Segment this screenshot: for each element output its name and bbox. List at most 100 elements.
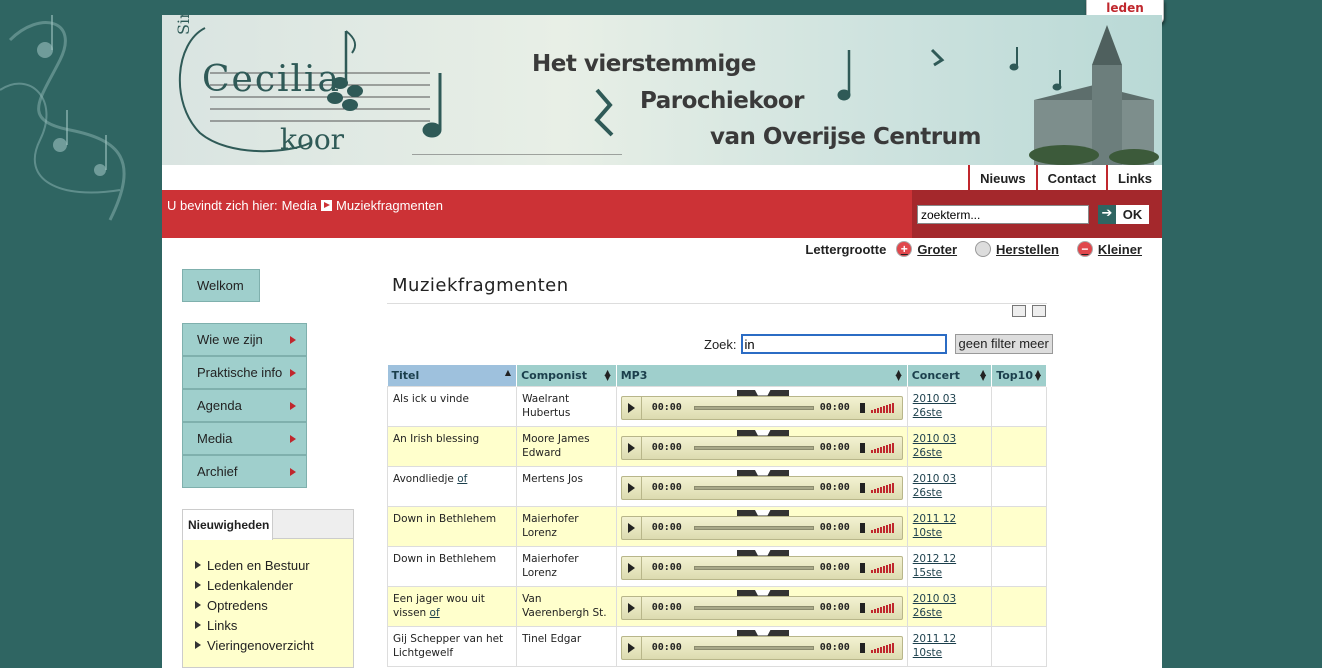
seek-slider[interactable]	[693, 445, 814, 450]
play-icon[interactable]	[622, 396, 642, 419]
cell-concert: 2012 12 15ste	[906, 545, 993, 587]
clear-filter-button[interactable]: geen filter meer	[954, 334, 1053, 354]
player-handle	[736, 629, 789, 636]
titel-text: Avondliedje	[393, 472, 454, 485]
news-item[interactable]: Links	[195, 615, 353, 635]
concert-link[interactable]: 2010 03 26ste	[913, 393, 956, 419]
volume-slider[interactable]	[870, 642, 894, 653]
page-title: Muziekfragmenten	[392, 275, 569, 296]
concert-link[interactable]: 2010 03 26ste	[913, 433, 956, 459]
title-link[interactable]: of	[457, 473, 467, 485]
speaker-icon[interactable]	[859, 442, 865, 453]
news-item[interactable]: Vieringenoverzicht	[195, 635, 353, 655]
column-titel[interactable]: Titel ▲	[387, 365, 518, 386]
column-label: Concert	[911, 368, 960, 382]
column-mp3[interactable]: MP3 ▲ ▼	[616, 365, 908, 386]
table-row: Avondliedje of Mertens Jos 00:00 00:00 2010 …	[386, 465, 1047, 507]
menu-archief[interactable]: Archief	[182, 455, 307, 488]
menu-agenda[interactable]: Agenda	[182, 389, 307, 422]
news-item[interactable]: Optredens	[195, 595, 353, 615]
news-item[interactable]: Leden en Bestuur	[195, 555, 353, 575]
play-icon[interactable]	[622, 556, 642, 579]
seek-slider[interactable]	[693, 485, 814, 490]
column-label: Titel	[391, 368, 420, 382]
elapsed-time: 00:00	[651, 401, 682, 413]
email-icon[interactable]	[1032, 305, 1046, 317]
column-top10[interactable]: Top10 ▲ ▼	[991, 365, 1047, 386]
top-navigation: Nieuws Contact Links	[968, 165, 1162, 190]
font-size-label: Lettergrootte	[805, 241, 887, 257]
column-label: Top10	[996, 368, 1033, 382]
reset-circle-icon	[975, 241, 992, 257]
total-time: 00:00	[819, 601, 850, 613]
breadcrumb-media-link[interactable]: Media	[282, 198, 317, 213]
print-icon[interactable]	[1012, 305, 1026, 317]
site-search-input[interactable]	[917, 205, 1089, 224]
news-box: Nieuwigheden Leden en Bestuur Ledenkalen…	[182, 509, 354, 668]
volume-slider[interactable]	[870, 522, 894, 533]
volume-slider[interactable]	[870, 602, 894, 613]
speaker-icon[interactable]	[859, 482, 865, 493]
audio-player: 00:00 00:00	[620, 469, 903, 500]
tab-nieuwigheden[interactable]: Nieuwigheden	[183, 510, 273, 540]
concert-link[interactable]: 2011 12 10ste	[913, 633, 956, 659]
audio-player: 00:00 00:00	[620, 429, 903, 460]
concert-link[interactable]: 2011 12 10ste	[913, 513, 956, 539]
banner-title-line3: van Overijse Centrum	[710, 124, 981, 150]
play-icon[interactable]	[622, 436, 642, 459]
concert-link[interactable]: 2010 03 26ste	[913, 593, 956, 619]
menu-praktische-info[interactable]: Praktische info	[182, 356, 307, 389]
background-music-swirl-decoration	[0, 15, 126, 221]
concert-link[interactable]: 2010 03 26ste	[913, 473, 956, 499]
menu-media[interactable]: Media	[182, 422, 307, 455]
seek-slider[interactable]	[693, 405, 814, 410]
zoek-input[interactable]	[740, 334, 947, 354]
column-componist[interactable]: Componist ▲ ▼	[516, 365, 617, 386]
news-item-label: Optredens	[207, 597, 268, 613]
news-item[interactable]: Ledenkalender	[195, 575, 353, 595]
font-bigger-link[interactable]: + Groter	[896, 241, 957, 257]
menu-wie-we-zijn[interactable]: Wie we zijn	[182, 323, 307, 356]
volume-slider[interactable]	[870, 482, 894, 493]
speaker-icon[interactable]	[859, 522, 865, 533]
nav-nieuws[interactable]: Nieuws	[968, 165, 1036, 190]
site-search-ok-button[interactable]: ➔ OK	[1098, 205, 1149, 224]
news-item-label: Vieringenoverzicht	[207, 637, 314, 653]
seek-slider[interactable]	[693, 525, 814, 530]
sort-icon: ▲ ▼	[980, 368, 987, 382]
seek-slider[interactable]	[693, 565, 814, 570]
concert-link[interactable]: 2012 12 15ste	[913, 553, 956, 579]
cell-concert: 2011 12 10ste	[906, 505, 993, 547]
breadcrumb: U bevindt zich hier: Media Muziekfragmen…	[167, 198, 443, 213]
volume-slider[interactable]	[870, 562, 894, 573]
play-icon[interactable]	[622, 476, 642, 499]
play-icon[interactable]	[622, 636, 642, 659]
sort-icon: ▲ ▼	[895, 368, 902, 382]
speaker-icon[interactable]	[859, 402, 865, 413]
volume-slider[interactable]	[870, 402, 894, 413]
cell-top10	[991, 545, 1047, 587]
play-icon[interactable]	[622, 596, 642, 619]
column-concert[interactable]: Concert ▲ ▼	[907, 365, 993, 386]
sort-icon: ▲ ▼	[604, 368, 611, 382]
triangle-right-icon	[290, 402, 296, 410]
site-search: ➔ OK	[912, 190, 1162, 238]
news-item-label: Ledenkalender	[207, 577, 294, 593]
bullet-triangle-icon	[195, 561, 201, 569]
font-reset-link[interactable]: Herstellen	[975, 241, 1059, 257]
speaker-icon[interactable]	[859, 562, 865, 573]
font-smaller-link[interactable]: − Kleiner	[1076, 241, 1142, 257]
speaker-icon[interactable]	[859, 602, 865, 613]
title-link[interactable]: of	[430, 607, 440, 619]
speaker-icon[interactable]	[859, 642, 865, 653]
nav-links[interactable]: Links	[1106, 165, 1162, 190]
seek-slider[interactable]	[693, 605, 814, 610]
menu-welkom[interactable]: Welkom	[182, 269, 260, 302]
volume-slider[interactable]	[870, 442, 894, 453]
seek-slider[interactable]	[693, 645, 814, 650]
table-filter: Zoek: geen filter meer	[704, 334, 1053, 354]
cell-top10	[991, 425, 1047, 467]
play-icon[interactable]	[622, 516, 642, 539]
page-container: Sint Cecilia koor Het vierstemmige Paroc…	[162, 15, 1162, 668]
nav-contact[interactable]: Contact	[1035, 165, 1106, 190]
